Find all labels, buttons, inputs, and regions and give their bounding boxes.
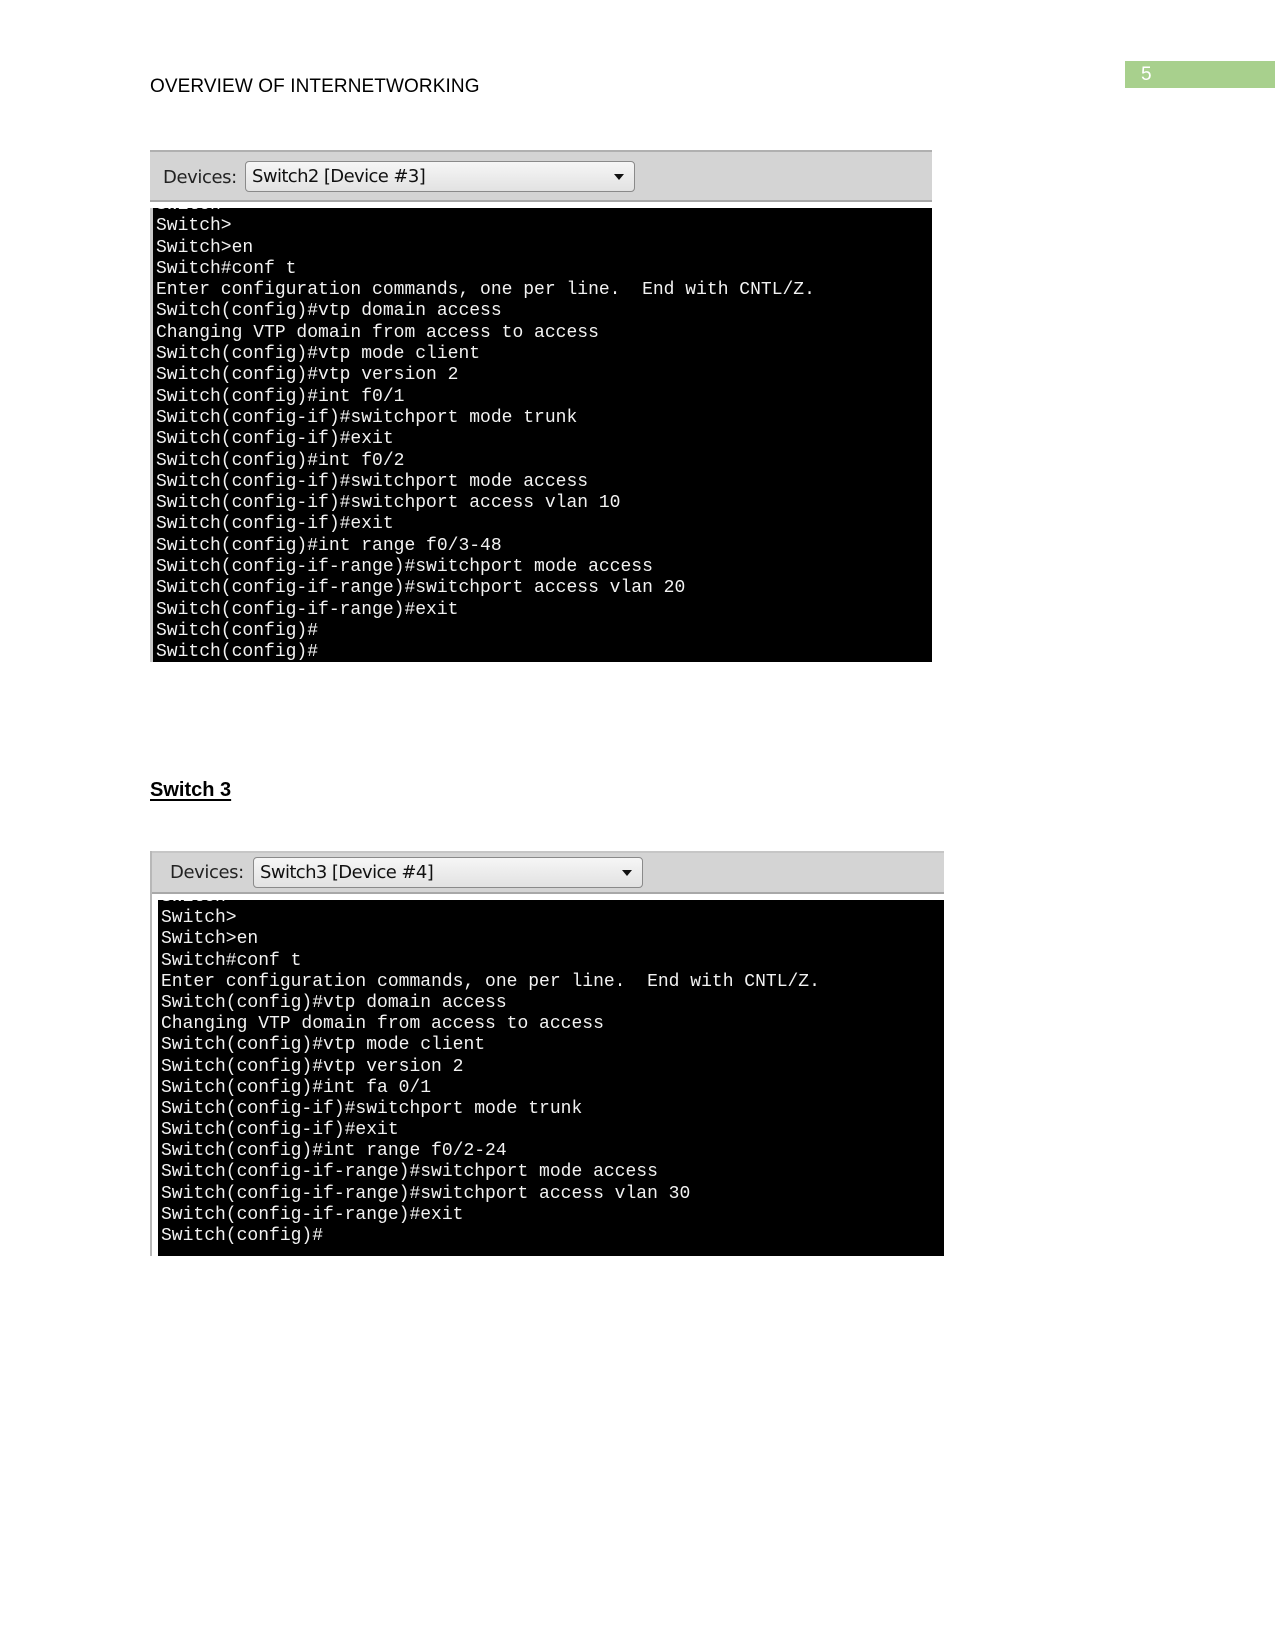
- device-select-value: Switch3 [Device #4]: [260, 862, 434, 883]
- cli-terminal[interactable]: Switch>Switch>Switch>enSwitch#conf tEnte…: [158, 900, 944, 1256]
- terminal-line: Switch(config-if-range)#exit: [161, 1204, 464, 1225]
- terminal-output: Switch>Switch>Switch>enSwitch#conf tEnte…: [156, 208, 815, 662]
- cli-terminal[interactable]: Switch>Switch>Switch>enSwitch#conf tEnte…: [150, 208, 932, 662]
- terminal-line: Switch(config)#vtp mode client: [161, 1035, 486, 1056]
- terminal-line: Switch#conf t: [161, 950, 302, 971]
- terminal-line: Switch(config-if)#switchport mode trunk: [161, 1098, 583, 1119]
- device-select[interactable]: Switch3 [Device #4]: [253, 857, 643, 888]
- terminal-line: Changing VTP domain from access to acces…: [156, 322, 599, 343]
- terminal-line: Switch>en: [156, 237, 254, 258]
- devices-toolbar: Devices: Switch3 [Device #4]: [152, 851, 944, 894]
- terminal-line: Switch(config-if-range)#switchport mode …: [156, 557, 653, 578]
- terminal-output: Switch>Switch>Switch>enSwitch#conf tEnte…: [161, 900, 820, 1247]
- device-select[interactable]: Switch2 [Device #3]: [245, 161, 635, 192]
- switch3-cli-screenshot: Devices: Switch3 [Device #4] Switch> Swit…: [150, 851, 944, 1256]
- devices-toolbar: Devices: Switch2 [Device #3]: [150, 150, 932, 202]
- terminal-line: Switch>: [156, 208, 815, 216]
- page-number: 5: [1125, 61, 1275, 88]
- device-select-value: Switch2 [Device #3]: [252, 166, 426, 187]
- chevron-down-icon: [614, 174, 624, 180]
- chevron-down-icon: [622, 870, 632, 876]
- terminal-line: Switch(config-if)#exit: [156, 514, 394, 535]
- terminal-line: Changing VTP domain from access to acces…: [161, 1014, 604, 1035]
- terminal-line: Switch(config-if)#switchport mode access: [156, 471, 589, 492]
- terminal-line: Switch(config)#: [161, 1226, 324, 1246]
- terminal-line: Switch>: [161, 908, 237, 929]
- terminal-line: Switch(config-if-range)#switchport mode …: [161, 1162, 658, 1183]
- terminal-line: Switch(config-if-range)#switchport acces…: [156, 578, 686, 599]
- terminal-line: Switch(config)#vtp version 2: [161, 1056, 464, 1077]
- terminal-line: Switch(config)#int range f0/2-24: [161, 1141, 507, 1162]
- terminal-line: Switch(config)#int f0/2: [156, 450, 405, 471]
- terminal-line: Switch(config-if)#exit: [161, 1120, 399, 1141]
- devices-label: Devices:: [163, 167, 237, 188]
- terminal-line: Switch#conf t: [156, 258, 297, 279]
- terminal-line: Switch(config)#int range f0/3-48: [156, 535, 502, 556]
- terminal-line: Enter configuration commands, one per li…: [156, 280, 815, 301]
- terminal-line: Switch(config-if)#exit: [156, 429, 394, 450]
- terminal-line: Switch(config)#int f0/1: [156, 386, 405, 407]
- terminal-line: Enter configuration commands, one per li…: [161, 971, 820, 992]
- terminal-line: Switch(config-if)#switchport access vlan…: [156, 493, 621, 514]
- running-head: OVERVIEW OF INTERNETWORKING: [150, 76, 480, 97]
- terminal-line: Switch>: [161, 900, 820, 908]
- devices-label: Devices:: [170, 862, 244, 883]
- terminal-line: Switch(config-if-range)#exit: [156, 599, 459, 620]
- terminal-line: Switch(config)#vtp domain access: [161, 992, 507, 1013]
- switch2-cli-screenshot: Devices: Switch2 [Device #3] Switch> Swit…: [150, 150, 932, 662]
- terminal-line: Switch(config-if)#switchport mode trunk: [156, 407, 578, 428]
- terminal-line: Switch(config)#: [156, 642, 319, 662]
- terminal-line: Switch>en: [161, 929, 259, 950]
- section-heading: Switch 3: [150, 779, 232, 801]
- terminal-line: Switch>: [156, 216, 232, 237]
- terminal-line: Switch(config)#: [156, 620, 319, 641]
- terminal-line: Switch(config)#vtp mode client: [156, 344, 481, 365]
- terminal-line: Switch(config)#vtp version 2: [156, 365, 459, 386]
- terminal-line: Switch(config)#int fa 0/1: [161, 1077, 432, 1098]
- terminal-line: Switch(config-if-range)#switchport acces…: [161, 1183, 691, 1204]
- terminal-line: Switch(config)#vtp domain access: [156, 301, 502, 322]
